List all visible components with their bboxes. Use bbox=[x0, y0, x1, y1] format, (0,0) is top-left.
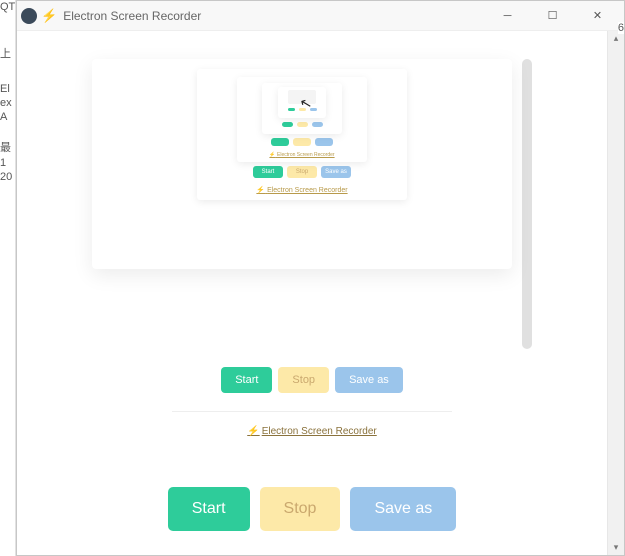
start-button-mid[interactable]: Start bbox=[221, 367, 272, 393]
titlebar[interactable]: ⚡ Electron Screen Recorder ─ ☐ ✕ bbox=[17, 1, 624, 31]
main-button-row: Start Stop Save as bbox=[168, 487, 457, 531]
nested-app-link: ⚡ Electron Screen Recorder bbox=[256, 186, 347, 194]
bolt-icon: ⚡ bbox=[41, 8, 57, 24]
save-as-button-mid[interactable]: Save as bbox=[335, 367, 403, 393]
bolt-icon: ⚡ bbox=[247, 426, 259, 437]
background-page-fragment: QT 上 El ex A 最 1 20 bbox=[0, 0, 16, 556]
nested-app-link: ⚡ Electron Screen Recorder bbox=[269, 152, 334, 158]
start-button[interactable]: Start bbox=[168, 487, 250, 531]
background-page-fragment-right: 6 bbox=[618, 22, 624, 34]
scroll-down-icon[interactable]: ▾ bbox=[614, 540, 619, 555]
save-as-button[interactable]: Save as bbox=[350, 487, 456, 531]
nested-save-button: Save as bbox=[321, 166, 351, 178]
preview-scrollbar[interactable] bbox=[522, 59, 532, 349]
app-window: ⚡ Electron Screen Recorder ─ ☐ ✕ bbox=[16, 0, 625, 556]
app-icon bbox=[21, 8, 37, 24]
maximize-button[interactable]: ☐ bbox=[530, 2, 575, 30]
minimize-button[interactable]: ─ bbox=[485, 2, 530, 30]
nested-stop-button: Stop bbox=[287, 166, 317, 178]
stop-button-mid[interactable]: Stop bbox=[278, 367, 329, 393]
screen-preview: ⚡ Electron Screen Recorder Start Stop Sa… bbox=[92, 59, 512, 269]
nested-start-button: Start bbox=[253, 166, 283, 178]
mid-button-row: Start Stop Save as bbox=[221, 367, 403, 393]
app-title-link-mid[interactable]: ⚡Electron Screen Recorder bbox=[247, 426, 377, 437]
close-button[interactable]: ✕ bbox=[575, 2, 620, 30]
divider bbox=[172, 411, 452, 412]
window-scrollbar[interactable]: ▴ ▾ bbox=[607, 31, 624, 555]
stop-button[interactable]: Stop bbox=[260, 487, 341, 531]
window-title: Electron Screen Recorder bbox=[63, 9, 485, 23]
